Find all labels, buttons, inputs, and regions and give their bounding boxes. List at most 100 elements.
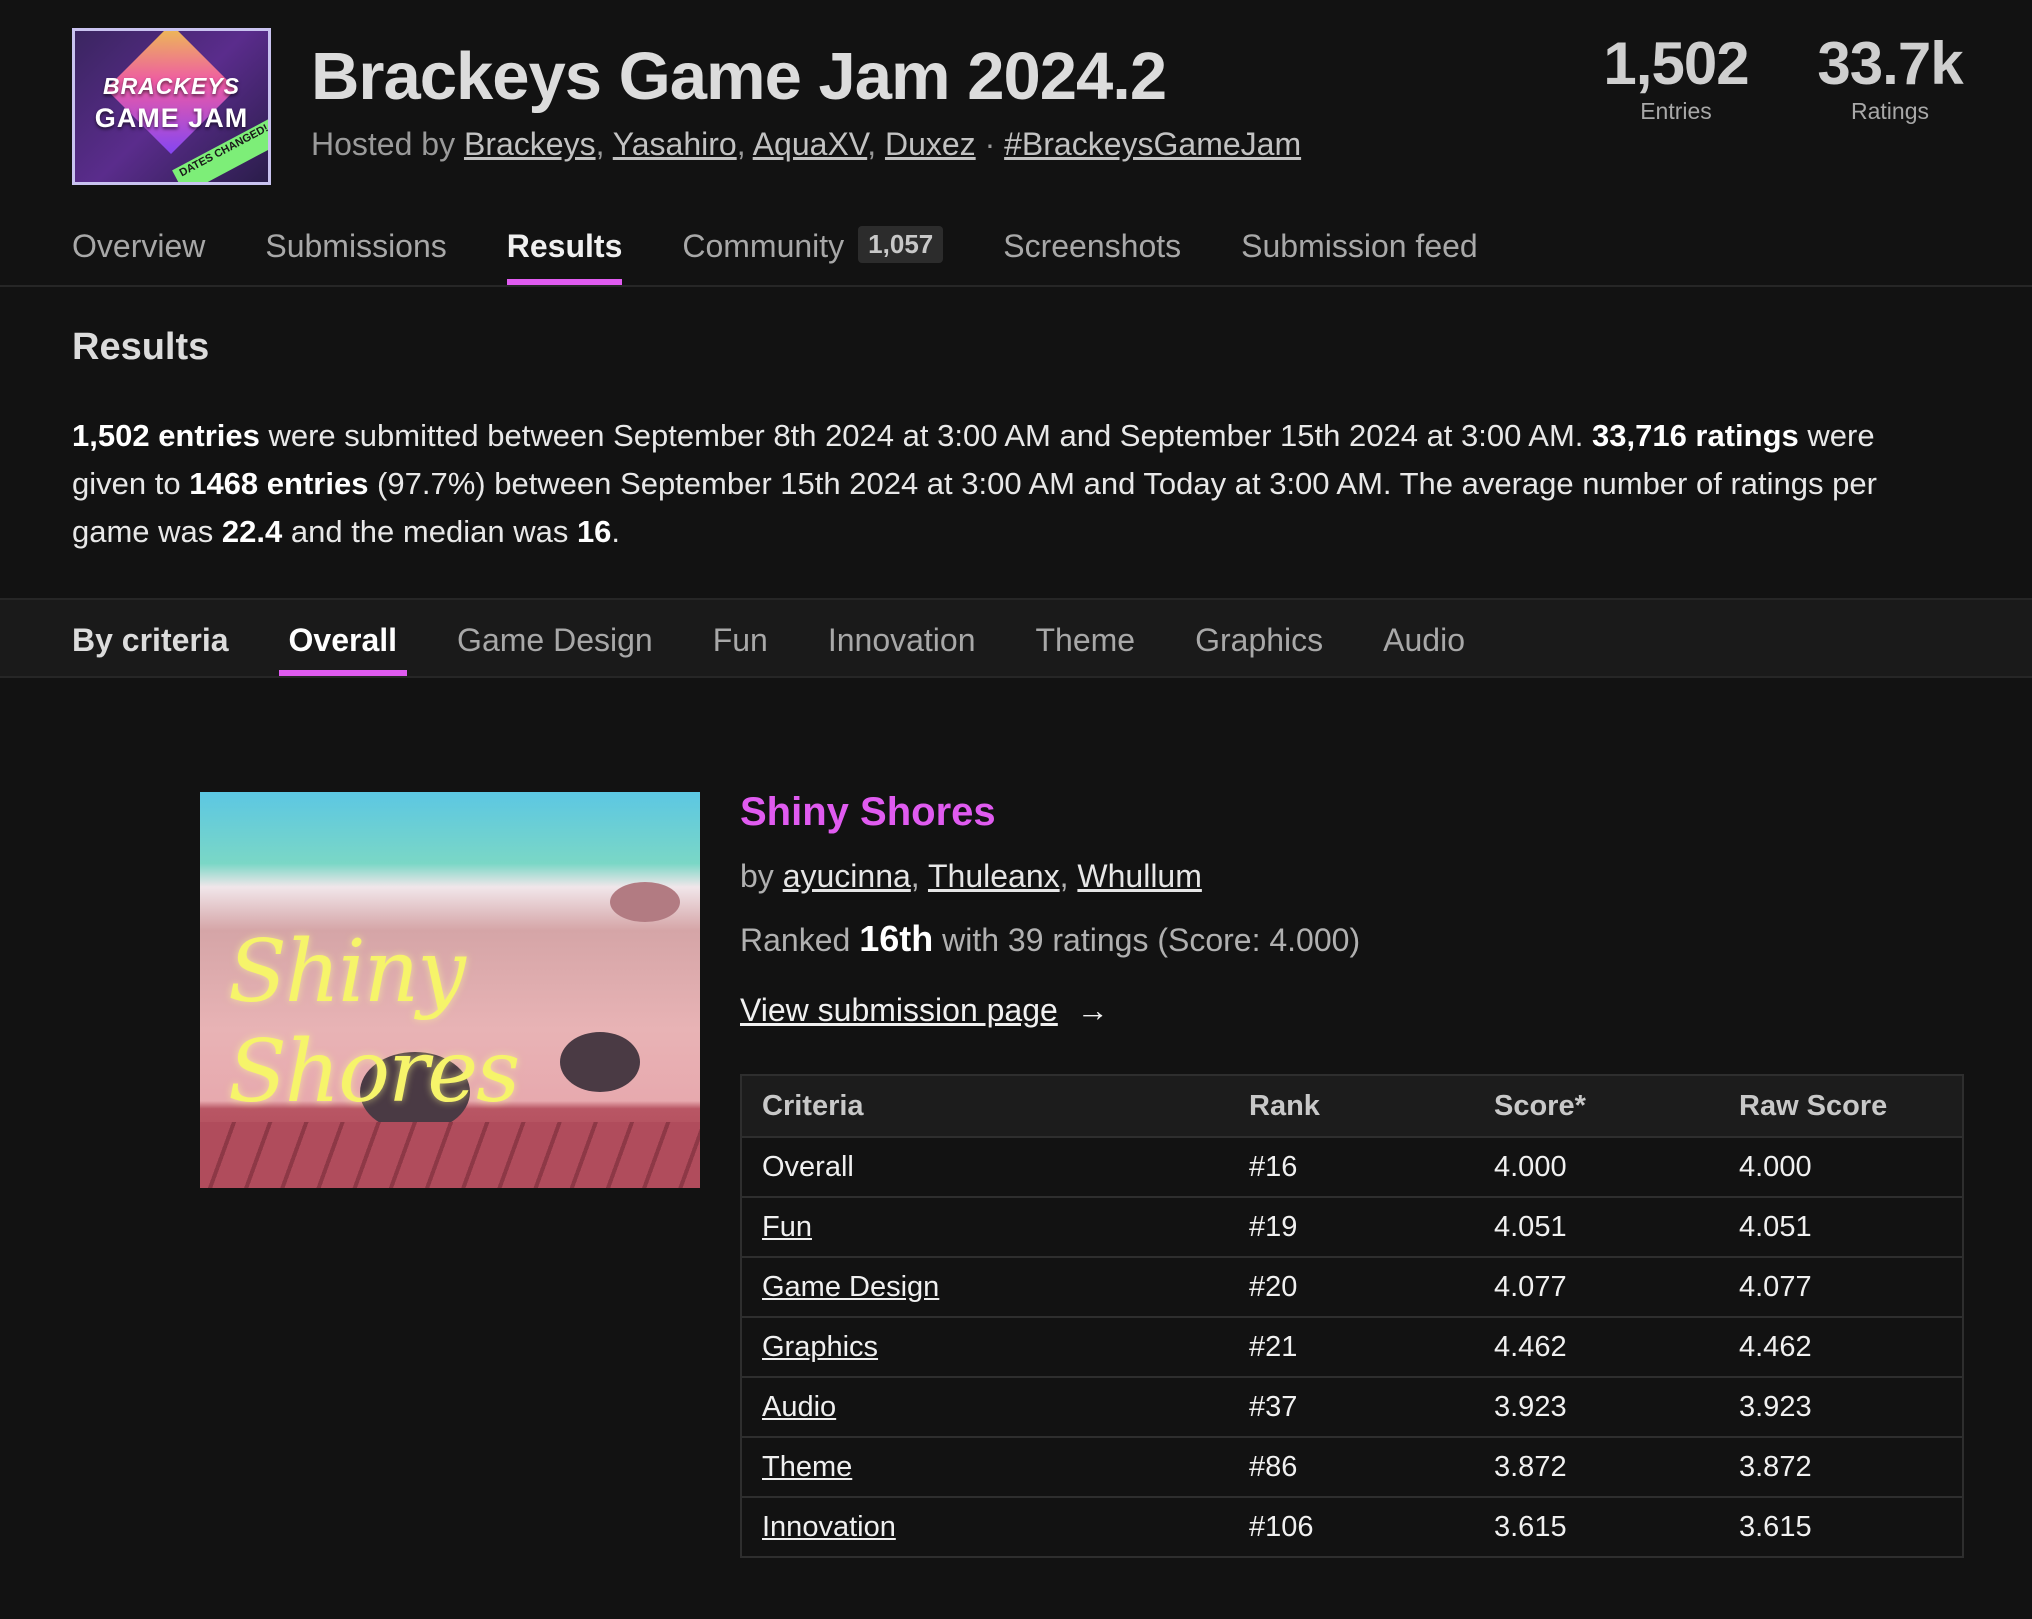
tab-overview[interactable]: Overview [72,228,205,285]
criteria-link-theme[interactable]: Theme [762,1451,852,1483]
table-row: Game Design #20 4.077 4.077 [741,1257,1963,1318]
jam-logo[interactable]: BRACKEYS GAME JAM DATES CHANGED! [72,28,271,185]
summary-text-4: and the median was [282,514,577,549]
summary-text-1: were submitted between September 8th 202… [259,418,1592,453]
row-raw-score: 4.462 [1719,1317,1963,1378]
tab-community-label: Community [682,228,845,264]
entries-stat[interactable]: 1,502 Entries [1596,30,1756,125]
header-score: Score* [1474,1075,1719,1138]
tab-submission-feed[interactable]: Submission feed [1241,228,1478,285]
criteria-tab-game-design[interactable]: Game Design [457,622,653,676]
hosted-by-line: Hosted by Brackeys, Yasahiro, AquaXV, Du… [311,126,1302,162]
by-prefix: by [740,858,774,894]
logo-line2: GAME JAM [94,103,249,133]
header-criteria: Criteria [741,1075,1229,1138]
criteria-link-graphics[interactable]: Graphics [762,1331,878,1363]
summary-text-5: . [611,514,621,549]
host-link-brackeys[interactable]: Brackeys [464,126,596,162]
table-header-row: Criteria Rank Score* Raw Score [741,1075,1963,1138]
page-title: Brackeys Game Jam 2024.2 [311,39,1167,114]
tab-community[interactable]: Community 1,057 [682,226,944,285]
row-rank: #106 [1229,1497,1474,1558]
hosted-prefix: Hosted by [311,126,456,162]
row-criteria-cell: Graphics [741,1317,1229,1378]
author-link-whullum[interactable]: Whullum [1077,858,1201,894]
criteria-link-audio[interactable]: Audio [762,1391,836,1423]
tab-submissions[interactable]: Submissions [265,228,446,285]
header-divider [0,285,2032,287]
hosted-separator: · [984,126,996,162]
row-score: 4.051 [1474,1197,1719,1258]
host-link-duxez[interactable]: Duxez [885,126,976,162]
entries-label: Entries [1640,98,1712,124]
results-summary: 1,502 entries were submitted between Sep… [72,412,1952,556]
row-criteria-cell: Audio [741,1377,1229,1438]
summary-rated-entries: 1468 entries [189,466,369,501]
host-link-aquaxv[interactable]: AquaXV [753,126,867,162]
view-submission: View submission page → [740,992,1109,1029]
view-submission-link[interactable]: View submission page [740,992,1058,1028]
criteria-tab-theme[interactable]: Theme [1036,622,1136,676]
row-score: 3.923 [1474,1377,1719,1438]
arrow-right-icon: → [1076,992,1109,1028]
row-criteria-cell: Theme [741,1437,1229,1498]
row-score: 3.872 [1474,1437,1719,1498]
game-thumbnail[interactable]: Shiny Shores [200,792,700,1188]
ranked-prefix: Ranked [740,922,851,958]
row-rank: #20 [1229,1257,1474,1318]
tab-results[interactable]: Results [506,228,623,285]
criteria-tab-graphics[interactable]: Graphics [1195,622,1323,676]
row-score: 4.077 [1474,1257,1719,1318]
criteria-tab-overall[interactable]: Overall [278,622,408,676]
row-criteria-cell: Game Design [741,1257,1229,1318]
game-title[interactable]: Shiny Shores [740,790,996,835]
ranked-line: Ranked 16th with 39 ratings (Score: 4.00… [740,918,1360,960]
row-criteria-cell: Innovation [741,1497,1229,1558]
results-heading: Results [72,326,210,368]
game-title-text: Shiny Shores [740,790,996,834]
table-row: Audio #37 3.923 3.923 [741,1377,1963,1438]
row-raw-score: 4.051 [1719,1197,1963,1258]
row-criteria: Overall [741,1137,1229,1198]
ratings-stat[interactable]: 33.7k Ratings [1810,30,1970,125]
tab-submission-feed-label: Submission feed [1241,228,1478,264]
criteria-link-innovation[interactable]: Innovation [762,1511,896,1543]
criteria-link-game-design[interactable]: Game Design [762,1271,939,1303]
author-link-thuleanx[interactable]: Thuleanx [928,858,1060,894]
community-count-badge: 1,057 [858,226,944,263]
row-score: 4.000 [1474,1137,1719,1198]
row-score: 3.615 [1474,1497,1719,1558]
criteria-tab-fun[interactable]: Fun [713,622,768,676]
table-row: Fun #19 4.051 4.051 [741,1197,1963,1258]
tab-overview-label: Overview [72,228,206,264]
authors-line: by ayucinna, Thuleanx, Whullum [740,858,1202,894]
summary-median: 16 [576,514,612,549]
header-rank: Rank [1229,1075,1474,1138]
table-row: Innovation #106 3.615 3.615 [741,1497,1963,1558]
tab-results-label: Results [506,228,623,264]
row-raw-score: 3.872 [1719,1437,1963,1498]
criteria-nav: By criteria Overall Game Design Fun Inno… [72,622,1525,676]
ratings-label: Ratings [1851,98,1929,124]
tab-screenshots-label: Screenshots [1003,228,1182,264]
thumb-rock-3 [610,882,680,922]
criteria-tab-audio[interactable]: Audio [1383,622,1465,676]
tab-screenshots[interactable]: Screenshots [1003,228,1181,285]
ratings-count: 33.7k [1817,30,1963,97]
thumb-planks [200,1122,700,1188]
summary-average: 22.4 [221,514,283,549]
hashtag-link[interactable]: #BrackeysGameJam [1004,126,1301,162]
host-link-yasahiro[interactable]: Yasahiro [613,126,737,162]
jam-header: BRACKEYS GAME JAM DATES CHANGED! Brackey… [0,0,2032,285]
criteria-link-fun[interactable]: Fun [762,1211,812,1243]
row-raw-score: 4.077 [1719,1257,1963,1318]
author-link-ayucinna[interactable]: ayucinna [783,858,911,894]
criteria-table: Criteria Rank Score* Raw Score Overall #… [740,1074,1964,1558]
criteria-tab-innovation[interactable]: Innovation [828,622,976,676]
ranked-suffix: with 39 ratings (Score: 4.000) [942,922,1361,958]
entries-count: 1,502 [1603,30,1749,97]
row-score: 4.462 [1474,1317,1719,1378]
row-raw-score: 3.615 [1719,1497,1963,1558]
summary-entries: 1,502 entries [72,418,260,453]
row-rank: #21 [1229,1317,1474,1378]
